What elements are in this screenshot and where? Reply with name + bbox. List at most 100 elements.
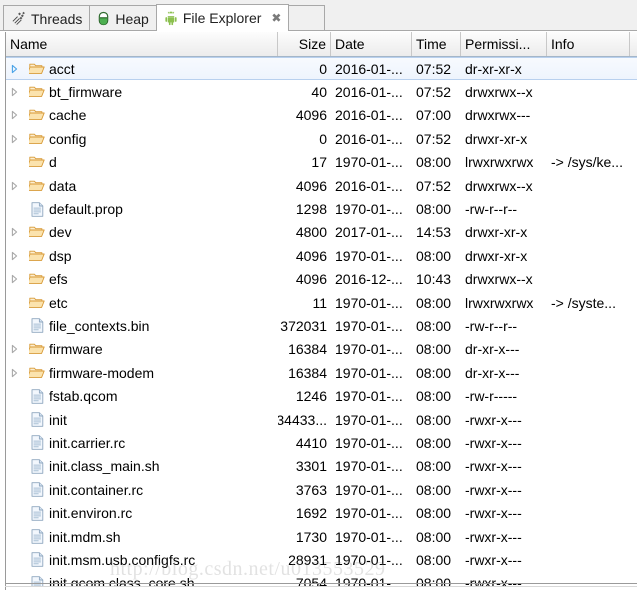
column-header-time[interactable]: Time <box>412 32 461 56</box>
folder-icon <box>27 108 47 122</box>
table-row[interactable]: config 0 2016-01-... 07:52 drwxr-xr-x <box>6 127 637 150</box>
date-label: 1970-01-... <box>335 388 403 405</box>
table-row[interactable]: dsp 4096 1970-01-... 08:00 drwxr-xr-x <box>6 244 637 267</box>
cell-date: 1970-01-... <box>331 248 412 264</box>
tab-file-explorer[interactable]: File Explorer ✖ <box>155 4 290 32</box>
file-name-label: fstab.qcom <box>49 388 118 405</box>
size-label: 1246 <box>295 388 327 405</box>
date-label: 1970-01-... <box>335 247 403 264</box>
table-row[interactable]: cache 4096 2016-01-... 07:00 drwxrwx--- <box>6 104 637 127</box>
expand-arrow-icon[interactable] <box>6 344 22 354</box>
file-icon <box>27 412 47 427</box>
cell-date: 1970-01-... <box>331 341 412 357</box>
cell-name: bt_firmware <box>6 84 278 100</box>
size-label: 16384 <box>288 364 327 381</box>
expand-arrow-icon[interactable] <box>6 227 22 237</box>
cell-size: 0 <box>278 131 331 147</box>
table-row[interactable]: init.class_main.sh 3301 1970-01-... 08:00 -r… <box>6 455 637 478</box>
column-header-permissions[interactable]: Permissi... <box>461 32 547 56</box>
cell-time: 08:00 <box>412 458 461 474</box>
cell-permissions: drwxrwx--- <box>461 107 547 123</box>
tab-threads[interactable]: Threads <box>3 5 90 31</box>
size-label: 1692 <box>295 505 327 522</box>
size-label: 3301 <box>295 458 327 475</box>
column-header-size[interactable]: Size <box>278 32 331 56</box>
cell-size: 372031 <box>278 318 331 334</box>
folder-icon <box>27 366 47 380</box>
column-header-date[interactable]: Date <box>331 32 412 56</box>
table-row[interactable]: init.environ.rc 1692 1970-01-... 08:00 -rwxr… <box>6 501 637 524</box>
cell-size: 3301 <box>278 458 331 474</box>
permissions-label: drwxrwx--- <box>465 107 531 124</box>
table-row[interactable]: firmware-modem 16384 1970-01-... 08:00 dr-xr… <box>6 361 637 384</box>
cell-time: 07:52 <box>412 84 461 100</box>
cell-name: firmware-modem <box>6 365 278 381</box>
table-row[interactable]: dev 4800 2017-01-... 14:53 drwxr-xr-x <box>6 221 637 244</box>
table-row[interactable]: bt_firmware 40 2016-01-... 07:52 drwxrwx--x <box>6 80 637 103</box>
time-label: 08:00 <box>416 247 452 264</box>
table-row[interactable]: file_contexts.bin 372031 1970-01-... 08:00-… <box>6 314 637 337</box>
table-row[interactable]: init.qcom.class_core.sh 7054 1970-01-... 08… <box>6 572 637 587</box>
file-icon <box>27 318 47 334</box>
table-body[interactable]: acct 0 2016-01-... 07:52 dr-xr-xr-x bt_firmwa… <box>6 57 637 587</box>
table-row[interactable]: init 34433... 1970-01-... 08:00 -rwxr-x--- <box>6 408 637 431</box>
table-row[interactable]: init.mdm.sh 1730 1970-01-... 08:00 -rwxr-x--… <box>6 525 637 548</box>
cell-permissions: -rw-r----- <box>461 388 547 404</box>
table-row[interactable]: firmware 16384 1970-01-... 08:00 dr-xr-x--- <box>6 338 637 361</box>
table-row[interactable]: fstab.qcom 1246 1970-01-... 08:00 -rw-r----- <box>6 384 637 407</box>
column-header-name[interactable]: Name <box>6 32 278 56</box>
file-name-label: default.prop <box>49 201 123 218</box>
table-row[interactable]: etc 11 1970-01-... 08:00 lrwxrwxrwx -> /syste… <box>6 291 637 314</box>
cell-name: init.msm.usb.configfs.rc <box>6 552 278 568</box>
expand-arrow-icon[interactable] <box>6 134 22 144</box>
table-row[interactable]: acct 0 2016-01-... 07:52 dr-xr-xr-x <box>6 57 637 81</box>
permissions-label: -rwxr-x--- <box>465 434 522 451</box>
expand-arrow-icon[interactable] <box>6 181 22 191</box>
time-label: 10:43 <box>416 271 452 288</box>
file-icon <box>27 482 47 497</box>
table-row[interactable]: efs 4096 2016-12-... 10:43 drwxrwx--x <box>6 268 637 291</box>
size-label: 11 <box>312 294 327 311</box>
table-row[interactable]: init.container.rc 3763 1970-01-... 08:00 -rw… <box>6 478 637 501</box>
expand-arrow-icon[interactable] <box>6 368 22 378</box>
column-header-info[interactable]: Info <box>547 32 630 56</box>
date-label: 1970-01-... <box>335 551 403 568</box>
date-label: 2016-01-... <box>335 177 403 194</box>
cell-name: init.container.rc <box>6 482 278 498</box>
cell-date: 2016-01-... <box>331 84 412 100</box>
permissions-label: lrwxrwxrwx <box>465 294 534 311</box>
size-label: 28931 <box>288 551 327 568</box>
cell-name: etc <box>6 295 278 311</box>
cell-name: firmware <box>6 341 278 357</box>
cell-name: file_contexts.bin <box>6 318 278 334</box>
table-row[interactable]: init.msm.usb.configfs.rc 28931 1970-01-...… <box>6 548 637 571</box>
time-label: 08:00 <box>416 505 452 522</box>
file-name-label: firmware-modem <box>49 364 155 381</box>
expand-arrow-icon[interactable] <box>6 87 22 97</box>
expand-arrow-icon[interactable] <box>6 110 22 120</box>
table-row[interactable]: init.carrier.rc 4410 1970-01-... 08:00 -rwxr… <box>6 431 637 454</box>
expand-arrow-icon[interactable] <box>6 64 22 74</box>
close-icon[interactable]: ✖ <box>271 12 281 24</box>
cell-info: -> /sys/ke... <box>547 154 630 170</box>
time-label: 08:00 <box>416 364 452 381</box>
file-icon <box>27 388 47 404</box>
table-row[interactable]: default.prop 1298 1970-01-... 08:00 -rw-r--r… <box>6 197 637 220</box>
tab-label: Threads <box>31 10 83 27</box>
cell-date: 1970-01-... <box>331 458 412 474</box>
cell-name: fstab.qcom <box>6 388 278 404</box>
cell-size: 1692 <box>278 505 331 521</box>
table-row[interactable]: data 4096 2016-01-... 07:52 drwxrwx--x <box>6 174 637 197</box>
file-table: Name Size Date Time Permissi... Info acct 0 201… <box>5 32 637 590</box>
expand-arrow-icon[interactable] <box>6 274 22 284</box>
tab-heap[interactable]: Heap <box>89 5 156 31</box>
table-row[interactable]: d 17 1970-01-... 08:00 lrwxrwxrwx -> /sys/ke.… <box>6 151 637 174</box>
android-icon <box>164 11 178 26</box>
date-label: 1970-01-... <box>335 341 403 358</box>
cell-date: 1970-01-... <box>331 154 412 170</box>
expand-arrow-icon[interactable] <box>6 251 22 261</box>
file-name-label: init.container.rc <box>49 481 144 498</box>
file-icon <box>27 201 47 217</box>
permissions-label: -rwxr-x--- <box>465 551 522 568</box>
size-label: 40 <box>311 84 327 101</box>
